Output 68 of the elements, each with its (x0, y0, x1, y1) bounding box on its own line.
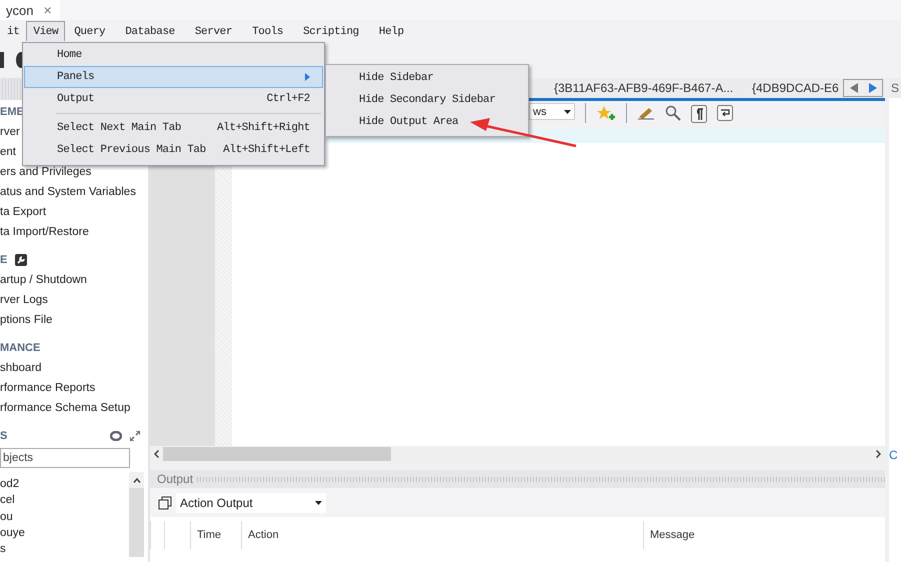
sidebar-item[interactable]: rformance Schema Setup (0, 398, 148, 418)
output-select[interactable]: Action Output (176, 492, 326, 512)
sidebar-item[interactable]: atus and System Variables (0, 182, 148, 202)
scroll-up-icon[interactable] (132, 478, 140, 482)
editor-tab[interactable]: {3B11AF63-AFB9-469F-B467-A... (554, 81, 752, 95)
document-tab-title: ycon (6, 2, 34, 18)
section-heading: EME (0, 106, 24, 118)
menu-item[interactable]: Scripting (296, 21, 366, 41)
sidebar-item[interactable]: shboard (0, 358, 148, 378)
menu-item[interactable]: Help (372, 21, 411, 41)
scroll-right-icon[interactable] (876, 450, 881, 458)
column-header[interactable]: Message (650, 529, 695, 541)
expand-icon (130, 431, 140, 441)
menu-entry[interactable]: Select Next Main Tab Alt+Shift+Right (24, 117, 323, 139)
left-arrow-icon (850, 83, 858, 93)
submenu-arrow-icon (305, 73, 310, 81)
menu-item[interactable]: View (26, 21, 66, 41)
output-title: Output (157, 472, 194, 486)
star-add-icon (596, 105, 616, 123)
search-icon (665, 105, 681, 121)
column-header[interactable]: Time (197, 529, 222, 541)
section-heading: MANCE (0, 342, 40, 354)
menu-entry[interactable]: Select Previous Main Tab Alt+Shift+Left (24, 139, 323, 161)
right-arrow-icon (868, 83, 876, 93)
toolbar-icon (0, 52, 4, 68)
search-field[interactable]: bjects (0, 448, 130, 468)
sidebar-item[interactable]: ta Import/Restore (0, 222, 148, 242)
close-icon[interactable]: × (43, 2, 52, 18)
tree-item[interactable]: ouye (0, 524, 129, 542)
scroll-thumb[interactable] (163, 447, 391, 461)
scrollbar[interactable] (129, 472, 144, 558)
pilcrow-icon (691, 105, 707, 123)
section-heading: S (0, 430, 8, 442)
sidebar-item[interactable]: ptions File (0, 310, 148, 330)
menu-item[interactable]: Tools (245, 21, 290, 41)
menu-entry[interactable]: Panels (24, 66, 323, 88)
wrap-icon (717, 105, 733, 121)
menu-item[interactable]: it (0, 21, 26, 41)
submenu-entry[interactable]: Hide Sidebar (326, 67, 528, 89)
limit-select[interactable]: ws (529, 103, 575, 120)
submenu-entry[interactable]: Hide Secondary Sidebar (326, 89, 528, 111)
sidebar-item[interactable]: ers and Privileges (0, 162, 148, 182)
tree-item[interactable]: cel (0, 492, 129, 509)
menu-item[interactable]: Database (118, 21, 182, 41)
section-heading: E (0, 254, 8, 266)
tree-item[interactable]: od2 (0, 476, 129, 492)
sidebar-item[interactable]: rver Logs (0, 290, 148, 310)
caret-icon[interactable] (315, 500, 322, 504)
menu-entry[interactable]: Home (24, 44, 323, 66)
tree-item[interactable]: s (0, 541, 129, 558)
sidebar-item[interactable]: artup / Shutdown (0, 270, 148, 290)
sidebar-item[interactable]: rformance Reports (0, 378, 148, 398)
scroll-left-icon[interactable] (154, 450, 159, 458)
column-header[interactable]: Action (248, 529, 279, 541)
panel-link[interactable]: C (889, 448, 901, 462)
menu-item[interactable]: Query (67, 21, 112, 41)
caret-icon[interactable] (564, 110, 571, 114)
panel-title: S (891, 81, 900, 95)
copy-icon (158, 496, 172, 510)
sidebar-item[interactable]: ta Export (0, 202, 148, 222)
document-tab[interactable]: ycon × (0, 0, 60, 20)
editor-tab[interactable]: {4DB9DCAD-E6 (752, 81, 843, 95)
wrench-icon (15, 254, 28, 266)
tree-item[interactable]: ou (0, 508, 129, 525)
menu-item[interactable]: Server (188, 21, 240, 41)
menu-entry[interactable]: Output Ctrl+F2 (24, 88, 323, 110)
brush-icon (637, 105, 655, 121)
submenu-entry[interactable]: Hide Output Area (326, 111, 528, 133)
